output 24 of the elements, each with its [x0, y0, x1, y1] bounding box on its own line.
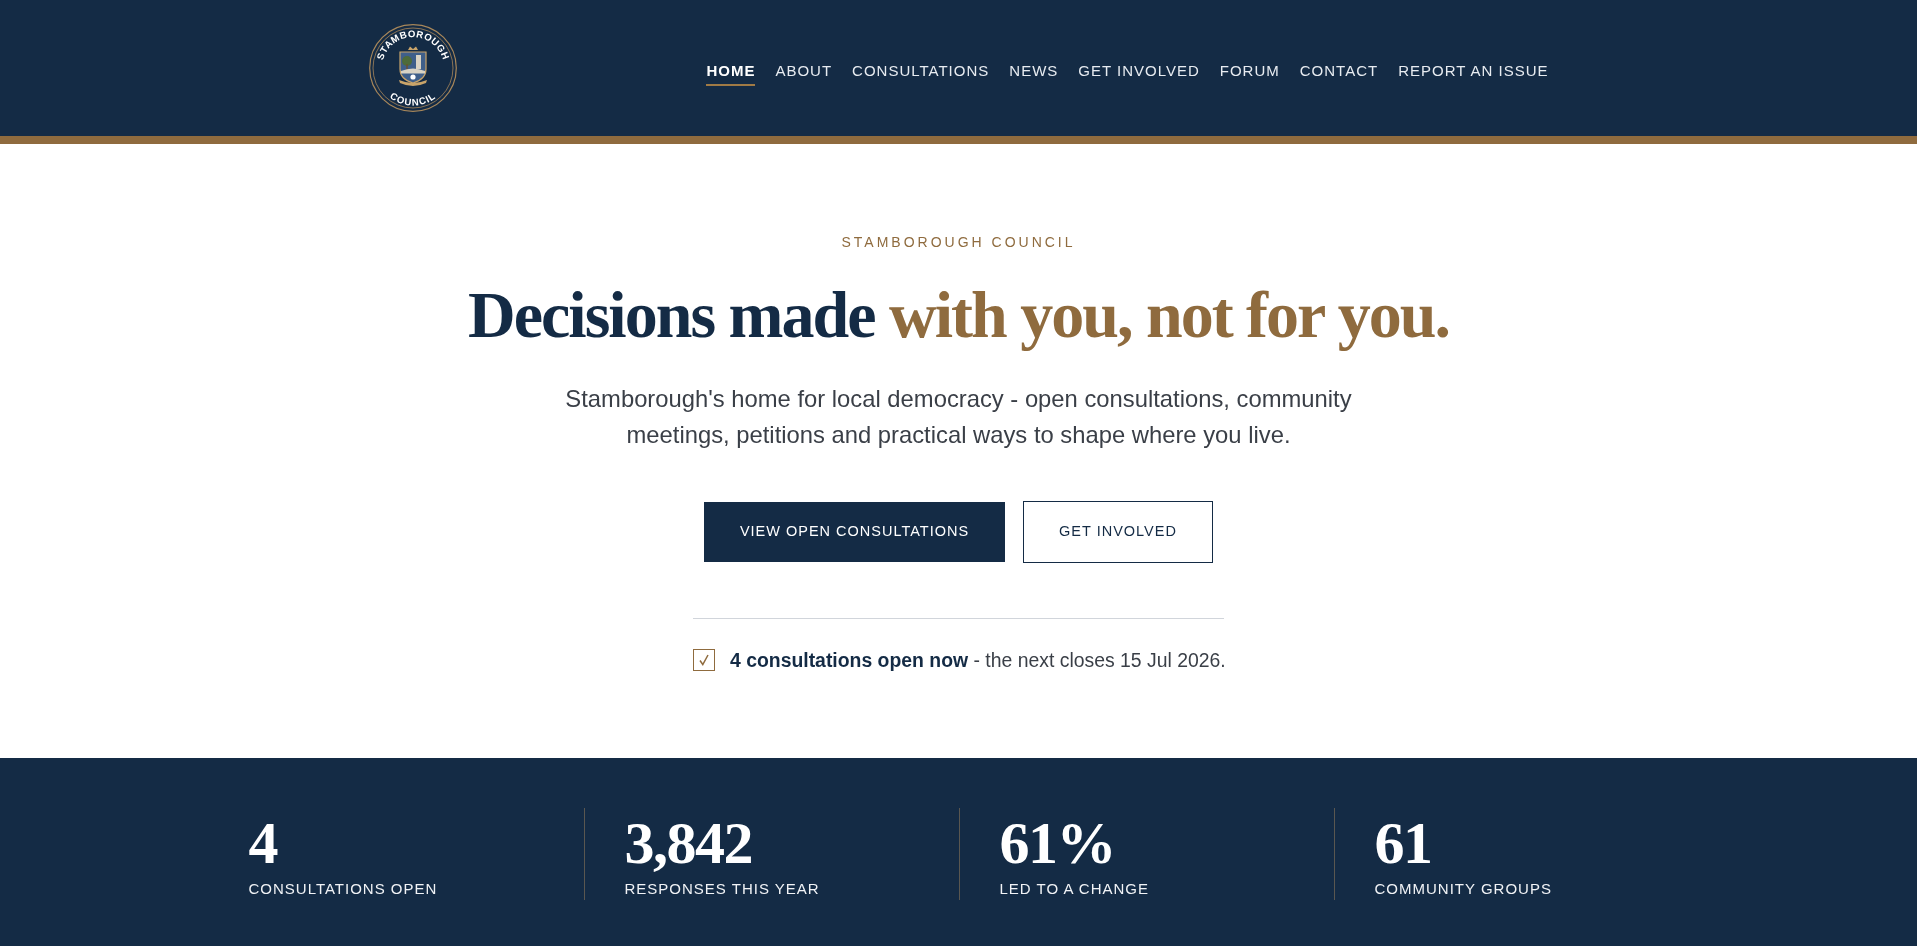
nav-link[interactable]: CONSULTATIONS	[852, 60, 990, 86]
nav-link[interactable]: ABOUT	[775, 60, 833, 86]
open-consultations-note: 4 consultations open now - the next closes 15 Jul 2026.	[730, 648, 1226, 673]
stat-value: 3,842	[624, 815, 752, 871]
logo-text: COUNCIL	[387, 89, 438, 108]
primary-button[interactable]: VIEW OPEN CONSULTATIONS	[704, 502, 1005, 562]
stat-value: 61%	[999, 815, 1115, 871]
stat-value: 61	[1374, 815, 1432, 871]
nav-link[interactable]: CONTACT	[1299, 60, 1379, 86]
secondary-button[interactable]: GET INVOLVED	[1023, 501, 1213, 563]
nav-link[interactable]: REPORT AN ISSUE	[1398, 60, 1549, 86]
stat-label: COMMUNITY GROUPS	[1374, 879, 1552, 899]
stat-value: 4	[248, 815, 277, 871]
eyebrow-text: STAMBOROUGH COUNCIL	[841, 233, 1076, 252]
hero-intro-text: Stamborough's home for local democracy - open consultations, community meetings, petitions and practical ways to shape where you live.	[564, 384, 1353, 450]
nav-link[interactable]: GET INVOLVED	[1078, 60, 1200, 86]
stat-label: CONSULTATIONS OPEN	[248, 879, 438, 899]
nav-link[interactable]: HOME	[706, 60, 756, 86]
stat-label: LED TO A CHANGE	[999, 879, 1149, 899]
check-icon	[693, 649, 715, 671]
stat-label: RESPONSES THIS YEAR	[624, 879, 820, 899]
nav-link[interactable]: FORUM	[1219, 60, 1280, 86]
hero-headline: Decisions made with you, not for you.	[468, 277, 1449, 353]
nav-link[interactable]: NEWS	[1009, 60, 1059, 86]
